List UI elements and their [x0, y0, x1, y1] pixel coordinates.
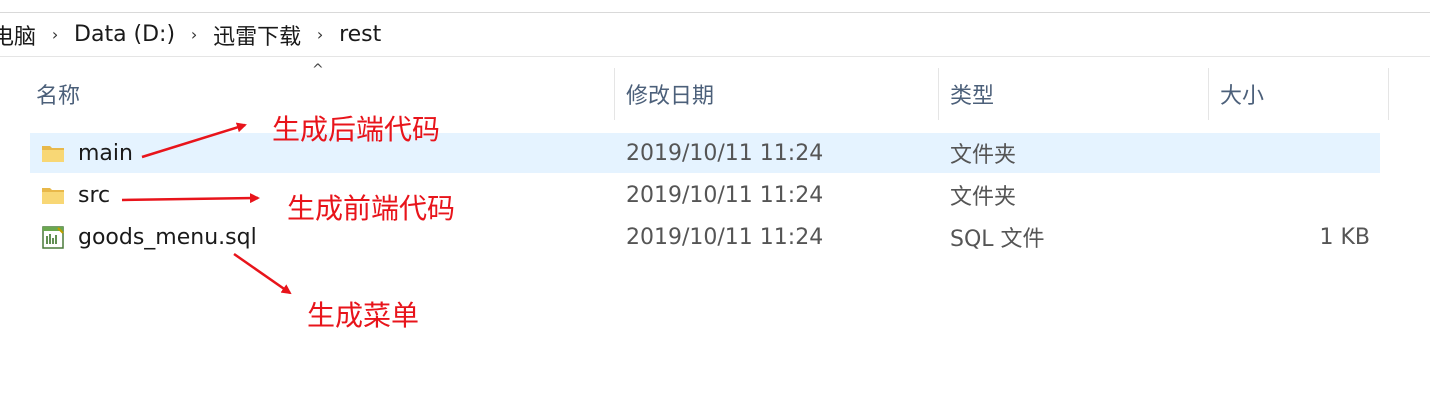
annotation-arrows: [121, 122, 292, 295]
arrow-to-main: [141, 122, 247, 159]
annotation-backend-code: 生成后端代码: [272, 113, 441, 146]
arrow-to-sql: [233, 252, 292, 295]
arrow-to-src: [121, 193, 260, 204]
annotation-menu: 生成菜单: [307, 299, 420, 332]
annotation-frontend-code: 生成前端代码: [287, 192, 456, 225]
